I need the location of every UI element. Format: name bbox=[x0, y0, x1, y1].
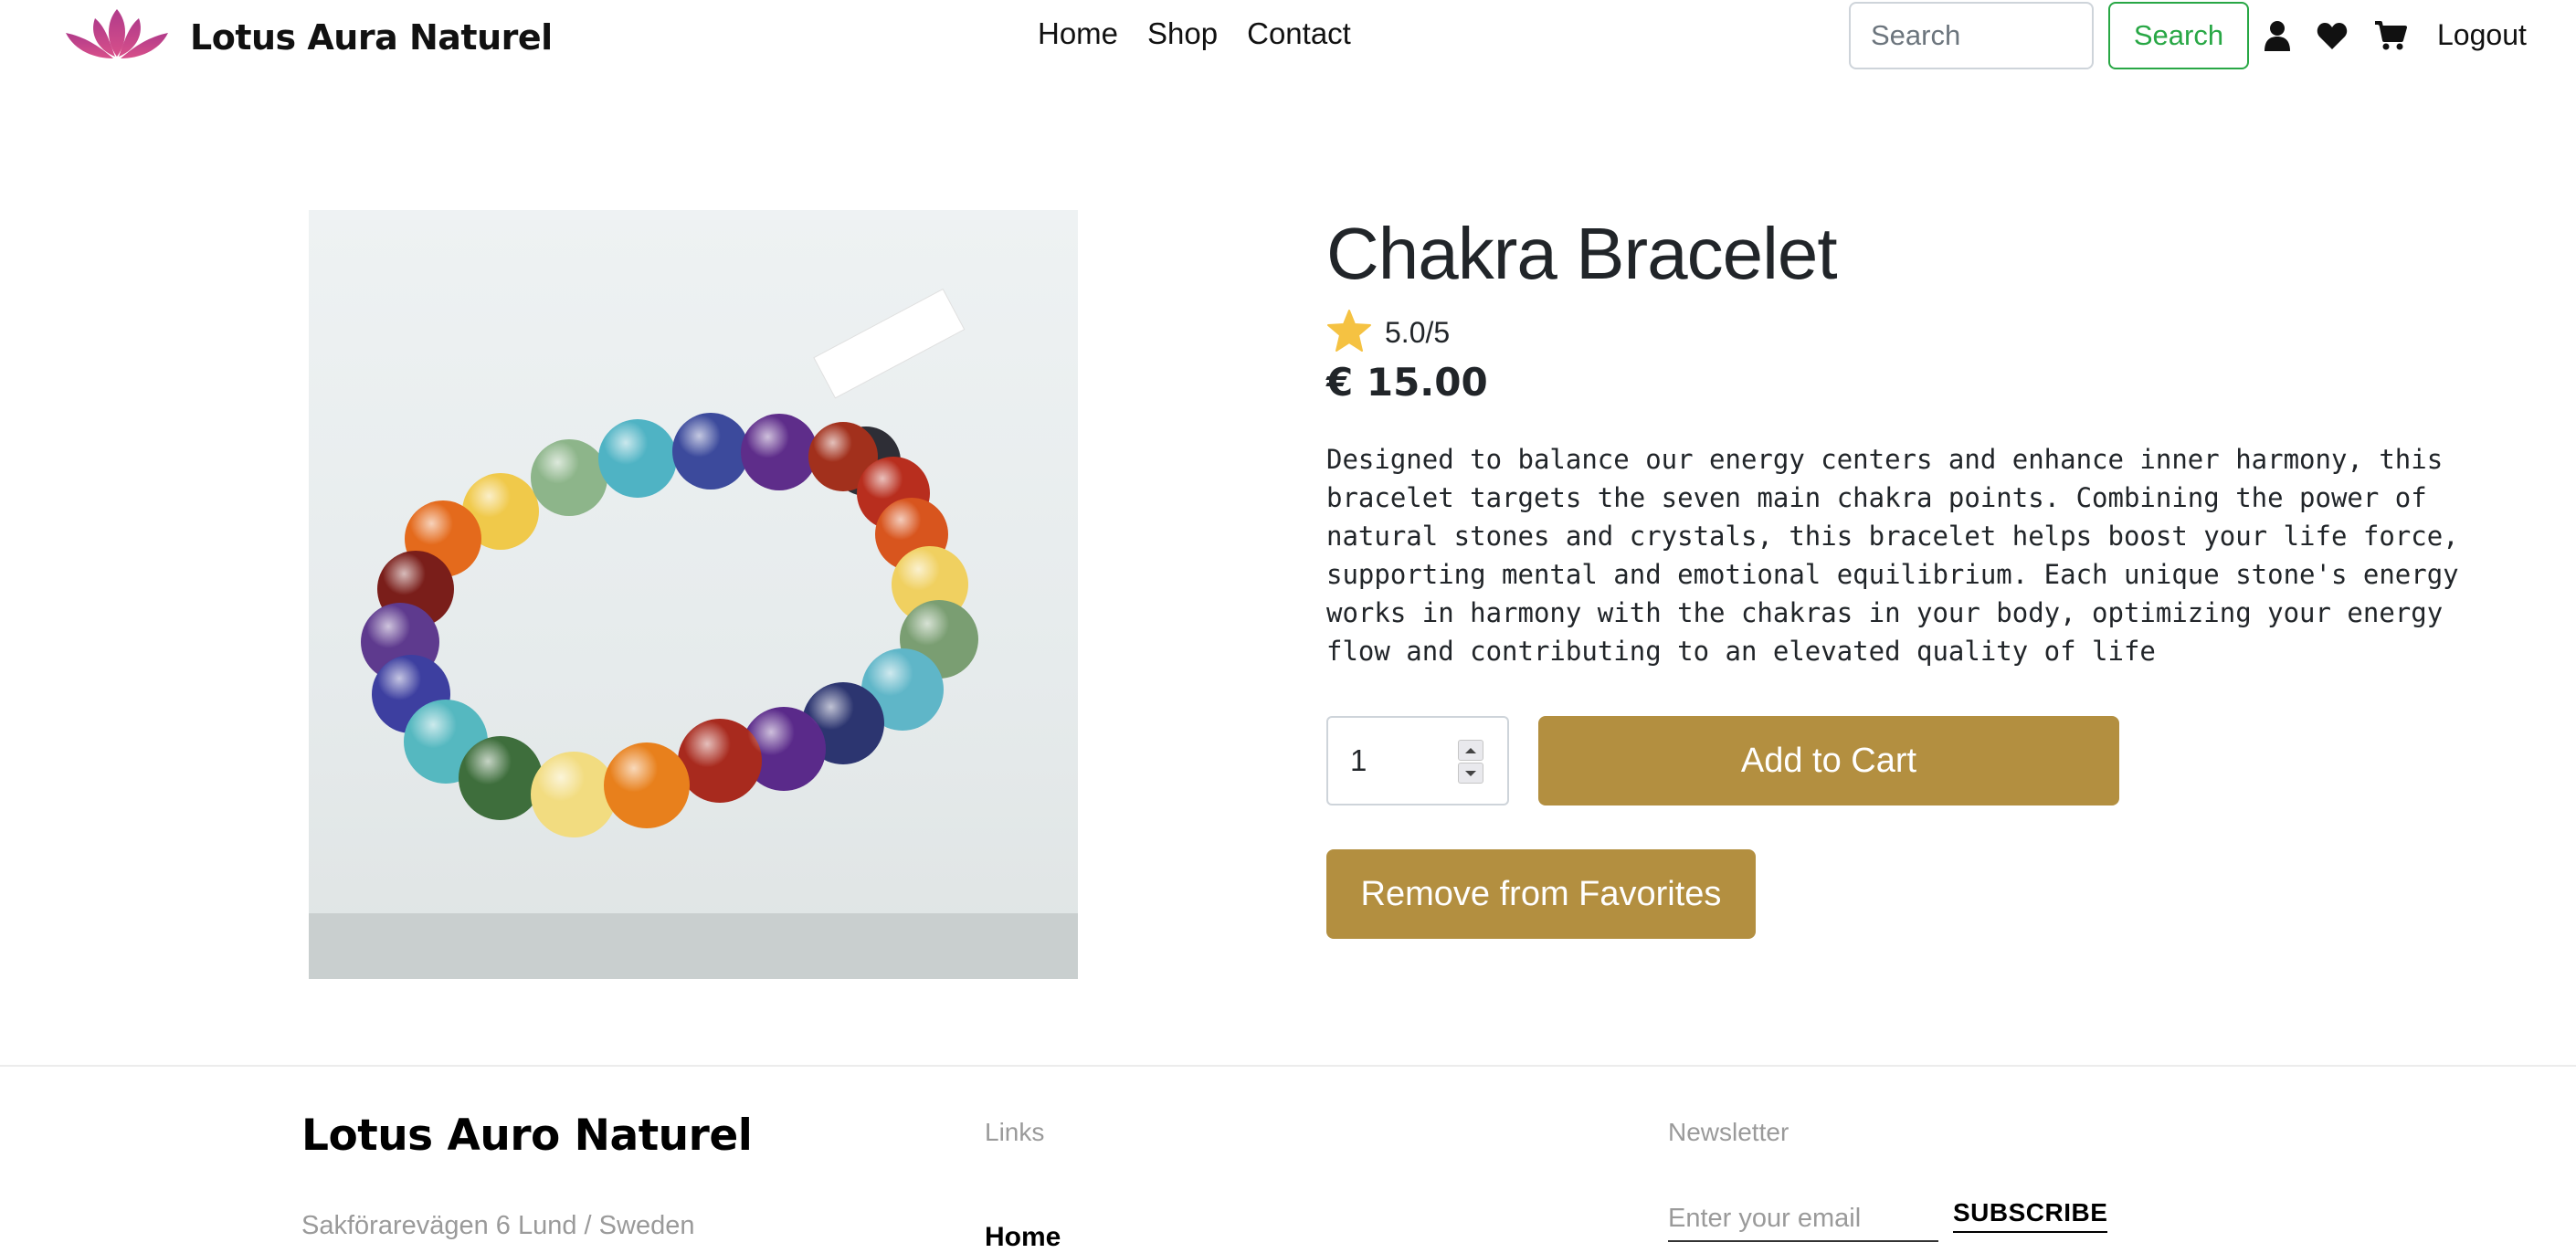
quantity-value[interactable]: 1 bbox=[1350, 743, 1367, 778]
quantity-spinner bbox=[1458, 740, 1483, 784]
product-price: € 15.00 bbox=[1326, 360, 1488, 405]
newsletter-email-input[interactable] bbox=[1668, 1196, 1938, 1242]
increment-button[interactable] bbox=[1458, 740, 1483, 761]
logout-link[interactable]: Logout bbox=[2437, 18, 2527, 52]
product-title: Chakra Bracelet bbox=[1326, 213, 1838, 294]
navbar: Lotus Aura Naturel Home Shop Contact Sea… bbox=[0, 0, 2576, 73]
footer-brand: Lotus Auro Naturel bbox=[301, 1111, 753, 1161]
search-input[interactable] bbox=[1849, 2, 2094, 69]
star-icon bbox=[1326, 309, 1372, 357]
heart-icon[interactable] bbox=[2315, 18, 2349, 53]
decrement-button[interactable] bbox=[1458, 763, 1483, 784]
footer-links-heading: Links bbox=[985, 1118, 1045, 1146]
nav-contact[interactable]: Contact bbox=[1247, 16, 1351, 51]
product-description: Designed to balance our energy centers a… bbox=[1326, 444, 2459, 667]
user-icon[interactable] bbox=[2260, 18, 2295, 53]
footer-link-home[interactable]: Home bbox=[985, 1222, 1061, 1253]
search-button[interactable]: Search bbox=[2108, 2, 2249, 69]
rating-text: 5.0/5 bbox=[1385, 316, 1451, 349]
remove-from-favorites-button[interactable]: Remove from Favorites bbox=[1326, 849, 1756, 939]
product-image bbox=[309, 210, 1078, 979]
product-rating: 5.0/5 bbox=[1326, 309, 1450, 357]
nav-home[interactable]: Home bbox=[1038, 16, 1118, 51]
footer-address: Sakförarevägen 6 Lund / Sweden bbox=[301, 1211, 695, 1240]
brand-name: Lotus Aura Naturel bbox=[190, 16, 553, 58]
brand-link[interactable]: Lotus Aura Naturel bbox=[58, 5, 553, 68]
footer-newsletter-heading: Newsletter bbox=[1668, 1118, 1789, 1146]
add-to-cart-button[interactable]: Add to Cart bbox=[1538, 716, 2119, 806]
main-nav: Home Shop Contact bbox=[1038, 16, 1351, 51]
subscribe-button[interactable]: SUBSCRIBE bbox=[1953, 1198, 2108, 1233]
quantity-stepper[interactable]: 1 bbox=[1326, 716, 1509, 806]
footer-divider bbox=[0, 1065, 2576, 1067]
cart-icon[interactable] bbox=[2373, 18, 2408, 53]
lotus-icon bbox=[58, 5, 175, 68]
nav-shop[interactable]: Shop bbox=[1147, 16, 1218, 51]
